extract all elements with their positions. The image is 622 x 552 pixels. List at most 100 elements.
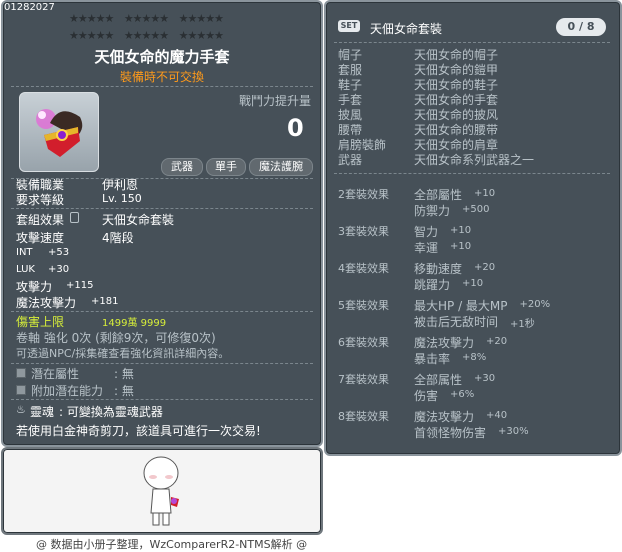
tag-one-handed: 單手 [206,158,246,176]
item-tooltip-panel: 01282027 ★★★★★ ★★★★★ ★★★★★ ★★★★★ ★★★★★ ★… [1,0,323,447]
set-effect-tier: 7套裝效果 [338,373,389,386]
set-info-panel: SET 天佃女命套裝 0 / 8 帽子 天佃女命的帽子 套服 天佃女命的鎧甲 鞋子 天佃女… [324,0,622,456]
stat-attack-label: 攻擊力 [16,280,53,294]
set-effect-value: +20 [486,336,508,347]
damage-cap-value: 1499萬 9999 [102,318,167,329]
divider [334,42,610,43]
set-effect-stat: 伤害 [414,389,439,403]
set-info-icon[interactable] [70,212,79,223]
set-effect-stat: 幸運 [414,241,439,255]
combat-power-label: 戰鬥力提升量 [239,94,312,108]
set-title: 天佃女命套裝 [370,22,443,36]
item-name: 天佃女命的魔力手套 [94,48,230,66]
star-group: ★★★★★ [123,29,169,42]
set-piece-name: 天佃女命系列武器之一 [414,153,535,167]
stat-int-label: INT [16,247,33,258]
damage-cap-label: 傷害上限 [16,315,65,329]
set-effect-stat: 首领怪物伤害 [414,426,487,440]
soul-label: 靈魂 [30,405,55,419]
set-effect-tier: 5套裝效果 [338,299,389,312]
set-effect-value: +30% [498,426,529,437]
star-row-2: ★★★★★ ★★★★★ ★★★★★ [69,29,224,42]
divider [11,311,313,312]
set-effect-value: 天佃女命套裝 [102,213,175,227]
set-effect-value: +1秒 [510,319,535,330]
set-effect-value: +20 [474,262,496,273]
star-group: ★★★★★ [69,29,114,42]
combat-power-value: 0 [287,114,304,142]
set-effect-stat: 暴击率 [414,352,451,366]
set-effect-value: +500 [462,204,490,215]
stat-attack-value: +115 [66,280,94,291]
set-piece-slot: 武器 [338,153,363,167]
attack-speed-label: 攻擊速度 [16,231,65,245]
set-badge: SET [338,20,360,32]
set-effect-value: +10 [450,241,472,252]
set-effect-tier: 3套裝效果 [338,225,389,238]
enhance-note: 可透過NPC/採集確查看強化資訊詳細內容。 [16,347,230,360]
set-effect-label: 套組效果 [16,213,65,227]
divider [11,363,313,364]
set-effect-tier: 2套裝效果 [338,188,389,201]
stat-magic-attack-label: 魔法攻擊力 [16,296,77,310]
set-effect-stat: 最大HP / 最大MP [414,299,508,313]
item-id: 01282027 [4,2,55,13]
set-effect-stat: 被击后无敌时间 [414,315,499,329]
set-effect-value: +8% [462,352,487,363]
set-effect-value: +20% [519,299,551,310]
stat-luk-label: LUK [16,264,35,275]
stat-int-value: +53 [48,247,70,258]
potential-value: : 無 [114,367,134,381]
set-effect-stat: 移動速度 [414,262,463,276]
soul-value: : 可變換為靈魂武器 [59,405,163,419]
set-effect-value: +10 [462,278,484,289]
set-count-badge: 0 / 8 [556,18,606,36]
set-effect-value: +30 [474,373,496,384]
potential-slot-icon [16,368,26,378]
additional-potential-slot-icon [16,385,26,395]
set-effect-stat: 魔法攻擊力 [414,410,475,424]
set-effect-value: +40 [486,410,508,421]
item-icon-frame [19,92,99,172]
set-effect-value: +10 [450,225,472,236]
star-group: ★★★★★ [69,12,114,25]
trade-notice: 裝備時不可交換 [119,70,204,84]
scroll-info: 卷軸 強化 0次 (剩餘9次，可修復0次) [16,331,216,345]
divider [11,399,313,400]
set-effect-value: +6% [450,389,475,400]
divider [11,208,313,209]
set-effect-stat: 防禦力 [414,204,451,218]
stat-luk-value: +30 [48,264,70,275]
set-effect-tier: 4套裝效果 [338,262,389,275]
req-level-value: Lv. 150 [102,192,142,205]
set-effect-stat: 魔法攻擊力 [414,336,475,350]
set-effect-tier: 6套裝效果 [338,336,389,349]
avatar-preview-panel [1,447,323,535]
set-effect-stat: 跳躍力 [414,278,451,292]
tag-weapon: 武器 [161,158,203,176]
footer-credit: @ 数据由小册子整理，WzComparerR2-NTMS解析 @ [36,538,308,551]
soul-flame-icon: ♨ [16,403,26,416]
potential-label: 潛在屬性 [31,367,80,381]
req-job-value: 伊利恩 [102,178,139,192]
star-group: ★★★★★ [123,12,169,25]
star-group: ★★★★★ [178,29,224,42]
attack-speed-value: 4階段 [102,231,134,245]
set-effect-tier: 8套裝效果 [338,410,389,423]
stat-magic-attack-value: +181 [91,296,119,307]
glove-icon [36,109,83,157]
character-avatar-icon [143,456,179,526]
req-level-label: 要求等級 [16,193,65,207]
divider [334,173,610,174]
divider [11,86,313,87]
set-effect-stat: 全部属性 [414,373,463,387]
trade-note: 若使用白金神奇剪刀，該道具可進行一次交易! [16,424,261,438]
star-group: ★★★★★ [178,12,224,25]
additional-potential-label: 附加潛在能力 [31,384,104,398]
tag-bracer: 魔法護腕 [249,158,313,176]
set-effect-stat: 全部屬性 [414,188,463,202]
set-effect-stat: 智力 [414,225,439,239]
star-row-1: ★★★★★ ★★★★★ ★★★★★ [69,12,224,25]
additional-potential-value: : 無 [114,384,134,398]
set-effect-value: +10 [474,188,496,199]
